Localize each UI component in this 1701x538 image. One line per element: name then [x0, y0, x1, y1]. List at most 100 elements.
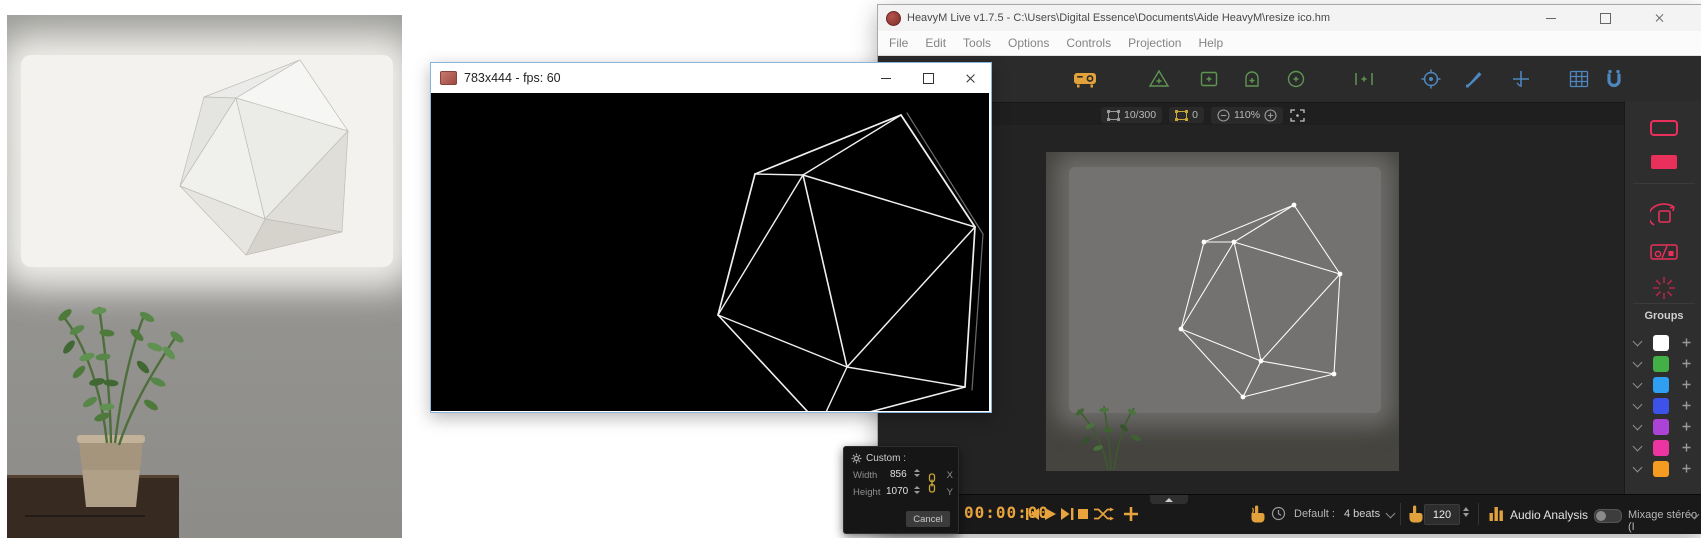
menu-tools[interactable]: Tools	[963, 36, 991, 50]
group-color-swatch[interactable]	[1653, 377, 1669, 393]
chevron-down-icon[interactable]	[1386, 509, 1396, 519]
y-axis-label: Y	[947, 487, 953, 498]
transitions-button[interactable]	[1642, 237, 1686, 267]
add-to-group-icon[interactable]	[1682, 338, 1691, 347]
bpm-stepper[interactable]	[1463, 507, 1469, 517]
height-label: Height	[853, 487, 880, 498]
link-dimensions-icon[interactable]	[928, 473, 936, 493]
add-rectangle-button[interactable]	[1192, 62, 1226, 96]
shuffle-button[interactable]	[1094, 508, 1114, 521]
width-input[interactable]: 856	[890, 469, 907, 480]
menu-options[interactable]: Options	[1008, 36, 1049, 50]
effects-button[interactable]	[1642, 273, 1686, 303]
preview-window-titlebar: 783x444 - fps: 60	[431, 63, 991, 93]
menu-edit[interactable]: Edit	[925, 36, 946, 50]
group-color-swatch[interactable]	[1653, 398, 1669, 414]
chevron-down-icon[interactable]	[1633, 358, 1643, 368]
divider	[1633, 303, 1695, 304]
beats-dropdown[interactable]: 4 beats	[1344, 508, 1380, 520]
tap-tempo-icon[interactable]	[1248, 505, 1265, 523]
add-to-group-icon[interactable]	[1682, 359, 1691, 368]
shape-outline-button[interactable]	[1642, 113, 1686, 143]
fit-view-icon[interactable]	[1290, 109, 1305, 122]
add-to-group-icon[interactable]	[1682, 380, 1691, 389]
menu-file[interactable]: File	[889, 36, 908, 50]
heavym-logo-icon	[1604, 69, 1624, 89]
add-sequence-button[interactable]	[1123, 506, 1139, 522]
add-to-group-icon[interactable]	[1682, 401, 1691, 410]
close-button[interactable]	[949, 63, 991, 93]
selection-frame-icon	[1107, 110, 1120, 121]
add-arch-icon	[1242, 69, 1262, 89]
chevron-down-icon[interactable]	[1633, 421, 1643, 431]
crosshair-icon	[1420, 68, 1442, 90]
chevron-down-icon[interactable]	[1633, 400, 1643, 410]
window-icon	[440, 71, 457, 85]
minimize-button[interactable]	[865, 63, 907, 93]
tap-bpm-icon[interactable]	[1406, 505, 1423, 523]
add-to-group-icon[interactable]	[1682, 464, 1691, 473]
group-row	[1625, 417, 1701, 437]
group-color-swatch[interactable]	[1653, 356, 1669, 372]
group-color-swatch[interactable]	[1653, 440, 1669, 456]
stop-button[interactable]	[1078, 509, 1088, 519]
width-stepper[interactable]	[914, 469, 920, 477]
previous-button[interactable]	[1026, 508, 1039, 520]
calibration-button[interactable]	[1414, 62, 1448, 96]
animation-button[interactable]	[1642, 201, 1686, 231]
transform-tool-button[interactable]	[1504, 62, 1538, 96]
menu-controls[interactable]: Controls	[1066, 36, 1111, 50]
toolbar	[878, 56, 1701, 102]
chevron-down-icon[interactable]	[1633, 379, 1643, 389]
maximize-button[interactable]	[1584, 5, 1626, 31]
photo-artwork	[7, 15, 402, 538]
height-input[interactable]: 1070	[886, 486, 908, 497]
menu-help[interactable]: Help	[1198, 36, 1223, 50]
bottom-bar: 00:00:00	[878, 494, 1701, 534]
group-row	[1625, 375, 1701, 395]
zoom-level-value: 110%	[1234, 109, 1260, 121]
chevron-down-icon[interactable]	[1633, 442, 1643, 452]
close-button[interactable]	[1638, 5, 1680, 31]
add-arch-button[interactable]	[1235, 62, 1269, 96]
group-color-swatch[interactable]	[1653, 461, 1669, 477]
add-line-button[interactable]	[1347, 62, 1381, 96]
add-triangle-button[interactable]	[1142, 62, 1176, 96]
group-row	[1625, 459, 1701, 479]
next-button[interactable]	[1061, 508, 1073, 520]
group-color-swatch[interactable]	[1653, 335, 1669, 351]
add-to-group-icon[interactable]	[1682, 422, 1691, 431]
cancel-button[interactable]: Cancel	[906, 511, 950, 527]
collapse-panel-tab[interactable]	[1150, 495, 1188, 504]
zoom-in-icon[interactable]	[1264, 109, 1277, 122]
minimize-button[interactable]	[1530, 5, 1572, 31]
divider	[1478, 503, 1479, 525]
tempo-default-label: Default :	[1294, 508, 1335, 520]
add-circle-icon	[1286, 69, 1306, 89]
paint-tool-button[interactable]	[1457, 62, 1491, 96]
add-circle-button[interactable]	[1279, 62, 1313, 96]
animated-shape-icon	[1650, 203, 1678, 229]
shape-fill-button[interactable]	[1642, 147, 1686, 177]
bpm-input[interactable]: 120	[1424, 504, 1460, 525]
menu-projection[interactable]: Projection	[1128, 36, 1181, 50]
maximize-button[interactable]	[907, 63, 949, 93]
paper-icosahedron	[180, 60, 348, 255]
zoom-out-icon[interactable]	[1217, 109, 1230, 122]
magnet-tool-button[interactable]	[1597, 62, 1631, 96]
height-stepper[interactable]	[914, 486, 920, 494]
move-cross-icon	[1511, 69, 1531, 89]
audio-bars-icon	[1489, 506, 1504, 521]
audio-toggle[interactable]	[1594, 509, 1622, 523]
add-to-group-icon[interactable]	[1682, 443, 1691, 452]
group-color-swatch[interactable]	[1653, 419, 1669, 435]
chevron-down-icon[interactable]	[1633, 463, 1643, 473]
camera-preview	[1046, 152, 1399, 471]
grid-tool-button[interactable]	[1562, 62, 1596, 96]
projector-button[interactable]	[1068, 62, 1102, 96]
divider	[1400, 503, 1401, 525]
play-button[interactable]	[1045, 508, 1056, 520]
chevron-down-icon[interactable]	[1633, 337, 1643, 347]
audio-analysis-label: Audio Analysis	[1510, 508, 1588, 522]
selected-frame-icon	[1175, 110, 1188, 121]
